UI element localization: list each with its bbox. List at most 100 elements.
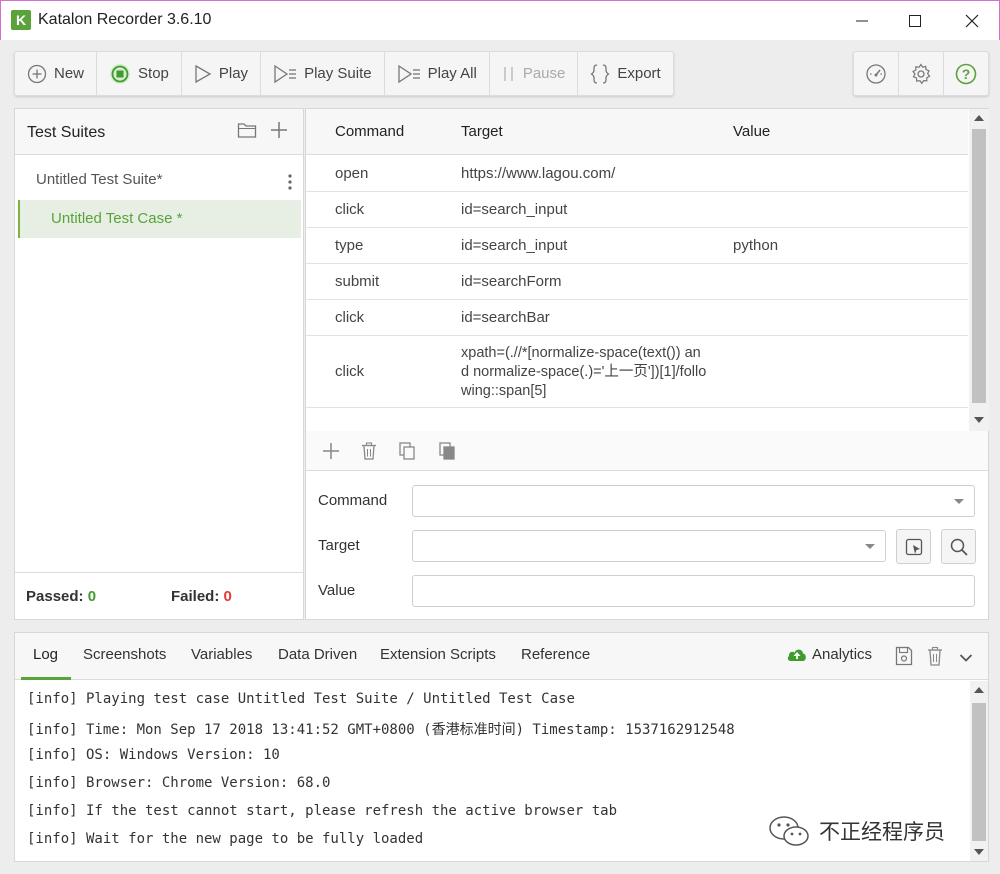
- minimize-button[interactable]: [839, 1, 885, 40]
- find-target-button[interactable]: [941, 529, 976, 564]
- maximize-icon: [909, 14, 921, 27]
- test-suite-item[interactable]: Untitled Test Suite*: [15, 165, 303, 197]
- command-grid-header: Command Target Value: [306, 109, 968, 155]
- scroll-up-arrow-icon[interactable]: [974, 687, 984, 693]
- active-tab-indicator: [21, 677, 71, 680]
- test-case-item[interactable]: Untitled Test Case *: [18, 200, 301, 238]
- play-suite-icon: [274, 64, 297, 83]
- help-button[interactable]: ?: [944, 52, 988, 95]
- command-select[interactable]: [412, 485, 975, 517]
- open-suite-button[interactable]: [237, 121, 257, 143]
- toolbar-right: ?: [853, 51, 989, 96]
- gear-icon: [912, 62, 931, 84]
- table-row[interactable]: submit id=searchForm: [306, 264, 968, 300]
- cell-command: type: [335, 237, 364, 254]
- log-line: [info] Playing test case Untitled Test S…: [27, 691, 575, 707]
- stop-button-label: Stop: [138, 65, 169, 82]
- search-icon: [950, 538, 968, 556]
- table-row[interactable]: type id=search_input python: [306, 228, 968, 264]
- grid-scrollbar[interactable]: [969, 109, 989, 431]
- add-command-button[interactable]: [322, 442, 340, 464]
- more-vertical-icon[interactable]: [287, 172, 293, 192]
- settings-button[interactable]: [899, 52, 944, 95]
- scroll-up-arrow-icon[interactable]: [974, 115, 984, 121]
- maximize-button[interactable]: [892, 1, 938, 40]
- tab-screenshots[interactable]: Screenshots: [83, 646, 166, 663]
- scroll-down-arrow-icon[interactable]: [974, 849, 984, 855]
- log-tabs: Log Screenshots Variables Data Driven Ex…: [15, 633, 988, 680]
- cell-command: click: [335, 363, 365, 380]
- play-all-icon: [397, 64, 420, 83]
- failed-count: 0: [223, 588, 232, 605]
- save-log-button[interactable]: [895, 646, 913, 670]
- cell-target: id=searchBar: [461, 309, 550, 326]
- clear-log-button[interactable]: [927, 646, 943, 670]
- plus-icon: [271, 122, 287, 138]
- table-row[interactable]: open https://www.lagou.com/: [306, 156, 968, 192]
- log-line: [info] OS: Windows Version: 10: [27, 747, 280, 763]
- pause-button[interactable]: Pause: [490, 52, 579, 95]
- paste-icon: [439, 442, 455, 460]
- value-input[interactable]: [412, 575, 975, 607]
- play-all-button[interactable]: Play All: [385, 52, 490, 95]
- stop-icon: [110, 63, 131, 84]
- stop-button[interactable]: Stop: [97, 52, 182, 95]
- pause-button-label: Pause: [522, 65, 566, 82]
- table-row[interactable]: click id=search_input: [306, 192, 968, 228]
- table-row[interactable]: click xpath=(.//*[normalize-space(text()…: [306, 336, 968, 408]
- log-scrollbar[interactable]: [970, 681, 988, 861]
- close-button[interactable]: [949, 1, 995, 40]
- tab-data-driven[interactable]: Data Driven: [278, 646, 357, 663]
- grid-toolbar: [306, 431, 988, 471]
- export-button-label: Export: [617, 65, 661, 82]
- analytics-button[interactable]: Analytics: [786, 645, 872, 663]
- collapse-log-button[interactable]: [959, 650, 973, 667]
- select-target-button[interactable]: [896, 529, 931, 564]
- results-footer: Passed: 0 Failed: 0: [15, 572, 303, 620]
- tab-log[interactable]: Log: [33, 646, 58, 663]
- play-button-label: Play: [218, 65, 249, 82]
- play-icon: [195, 64, 212, 83]
- log-line: [info] If the test cannot start, please …: [27, 803, 618, 819]
- export-button[interactable]: Export: [578, 52, 672, 95]
- test-case-name: Untitled Test Case *: [51, 210, 183, 227]
- add-suite-button[interactable]: [270, 121, 288, 143]
- cell-target: id=searchForm: [461, 273, 562, 290]
- cell-value: python: [733, 237, 779, 254]
- test-suites-title: Test Suites: [27, 124, 106, 141]
- analytics-label: Analytics: [812, 645, 873, 663]
- scroll-down-arrow-icon[interactable]: [974, 417, 984, 423]
- close-icon: [965, 14, 979, 27]
- play-suite-button[interactable]: Play Suite: [261, 52, 385, 95]
- add-circle-icon: [27, 64, 47, 83]
- speed-button[interactable]: [854, 52, 899, 95]
- speed-icon: [866, 63, 886, 84]
- save-icon: [895, 646, 913, 666]
- cell-target-line: d normalize-space(.)='上一页'])[1]/follo: [461, 364, 707, 380]
- chevron-down-icon: [959, 654, 973, 662]
- test-suite-name: Untitled Test Suite*: [36, 171, 163, 188]
- cell-command: click: [335, 201, 365, 218]
- test-suites-header: Test Suites: [15, 109, 303, 155]
- cloud-upload-icon: [787, 649, 806, 661]
- play-button[interactable]: Play: [182, 52, 262, 95]
- target-select[interactable]: [412, 530, 886, 562]
- tab-variables[interactable]: Variables: [191, 646, 252, 663]
- table-row[interactable]: click id=searchBar: [306, 300, 968, 336]
- play-all-button-label: Play All: [427, 65, 477, 82]
- main-toolbar: New Stop Play Play Suite Play All Pause …: [14, 51, 674, 96]
- column-header-target: Target: [461, 123, 503, 140]
- cell-target-line: wing::span[5]: [461, 383, 547, 399]
- tab-reference[interactable]: Reference: [521, 646, 590, 663]
- new-button[interactable]: New: [15, 52, 98, 95]
- scrollbar-thumb[interactable]: [972, 129, 986, 403]
- tab-extension-scripts[interactable]: Extension Scripts: [380, 646, 496, 663]
- new-button-label: New: [54, 65, 85, 82]
- passed-stat: Passed: 0: [26, 588, 96, 605]
- cell-command: submit: [335, 273, 380, 290]
- delete-command-button[interactable]: [361, 442, 377, 464]
- copy-command-button[interactable]: [399, 442, 415, 464]
- failed-label: Failed:: [171, 588, 220, 605]
- scrollbar-thumb[interactable]: [972, 703, 986, 841]
- paste-command-button[interactable]: [439, 442, 455, 464]
